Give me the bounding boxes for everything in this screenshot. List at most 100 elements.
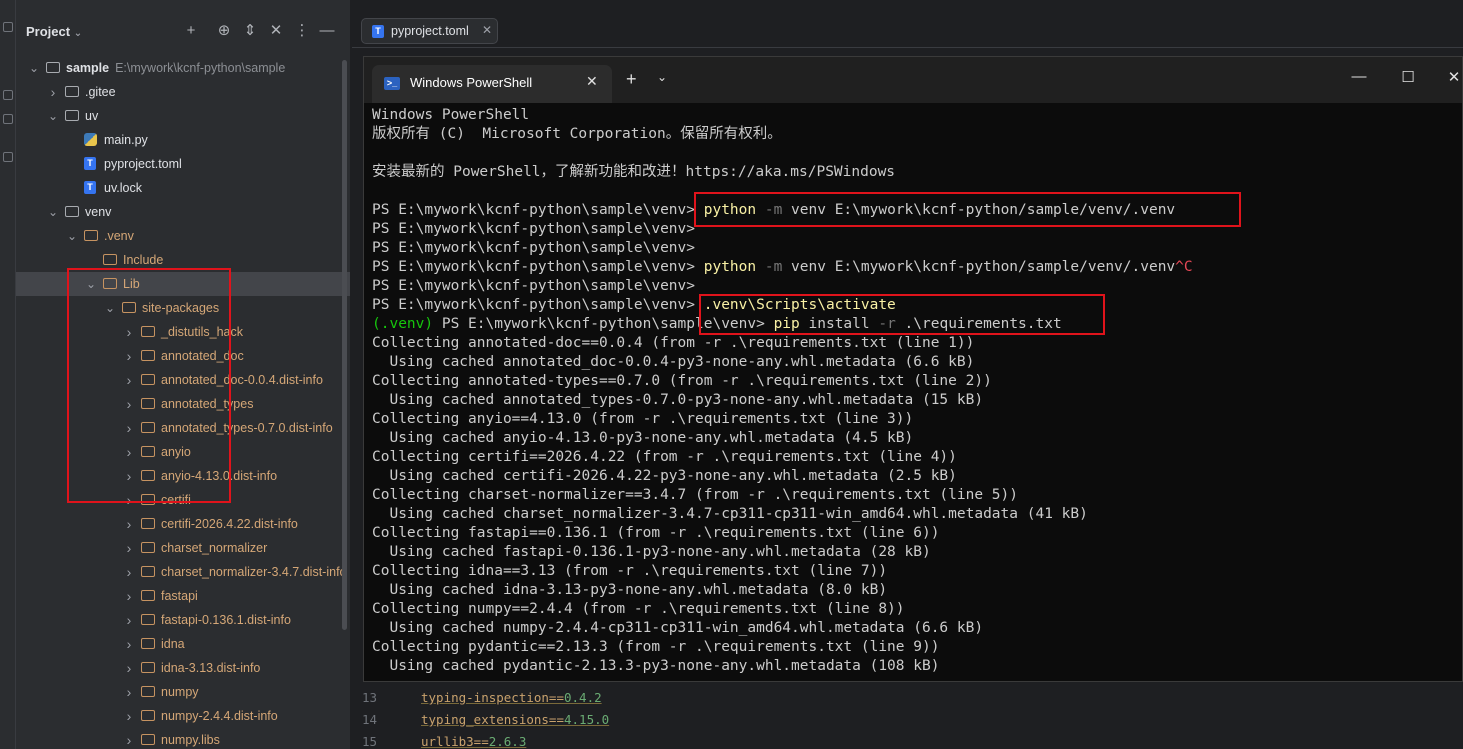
- tree-item[interactable]: main.py: [16, 128, 350, 152]
- powershell-tab-title: Windows PowerShell: [410, 75, 533, 90]
- terminal-line: Collecting anyio==4.13.0 (from -r .\requ…: [372, 411, 914, 427]
- close-icon[interactable]: ✕: [482, 23, 492, 37]
- tree-item-label: idna: [161, 637, 185, 651]
- maximize-icon[interactable]: ☐: [1398, 68, 1418, 86]
- chevron-right-icon[interactable]: ›: [123, 656, 135, 680]
- tree-item[interactable]: › idna-3.13.dist-info: [16, 656, 350, 680]
- code-text: typing-inspection==0.4.2: [421, 690, 602, 705]
- tree-item-label: certifi-2026.4.22.dist-info: [161, 517, 298, 531]
- tree-item-label: numpy-2.4.4.dist-info: [161, 709, 278, 723]
- tree-item[interactable]: › numpy: [16, 680, 350, 704]
- editor-tab-label: pyproject.toml: [391, 24, 469, 38]
- tree-item-label: numpy: [161, 685, 199, 699]
- tree-item-label: idna-3.13.dist-info: [161, 661, 261, 675]
- tree-item[interactable]: › charset_normalizer: [16, 536, 350, 560]
- project-view-selector[interactable]: Project ⌄: [26, 24, 82, 39]
- tree-item[interactable]: ⌄ .venv: [16, 224, 350, 248]
- structure-icon[interactable]: [3, 90, 13, 100]
- highlight-box: [67, 268, 231, 503]
- expand-all-icon[interactable]: ⇕: [241, 22, 259, 40]
- terminal-line: Collecting pydantic==2.13.3 (from -r .\r…: [372, 639, 940, 655]
- folder-icon: [65, 110, 79, 121]
- powershell-window: >_ Windows PowerShell ✕ + ⌄ — ☐ ✕ Window…: [363, 56, 1463, 682]
- tree-item[interactable]: › charset_normalizer-3.4.7.dist-info: [16, 560, 350, 584]
- locate-icon[interactable]: ⊕: [215, 22, 233, 40]
- folder-icon[interactable]: [3, 22, 13, 32]
- new-tab-icon[interactable]: +: [626, 69, 637, 90]
- terminal-line: 版权所有 (C) Microsoft Corporation。保留所有权利。: [372, 126, 782, 142]
- chevron-down-icon[interactable]: ⌄: [47, 104, 59, 128]
- terminal-line: Using cached charset_normalizer-3.4.7-cp…: [372, 506, 1088, 522]
- options-icon[interactable]: ⋮: [293, 22, 311, 40]
- more-icon[interactable]: [3, 152, 13, 162]
- folder-icon: [141, 638, 155, 649]
- tree-item[interactable]: › fastapi: [16, 584, 350, 608]
- chevron-right-icon[interactable]: ›: [123, 536, 135, 560]
- tree-item[interactable]: ⌄ sample E:\mywork\kcnf-python\sample: [16, 56, 350, 80]
- code-line[interactable]: 15 urllib3==2.6.3: [352, 731, 1463, 749]
- terminal-line: Using cached idna-3.13-py3-none-any.whl.…: [372, 582, 888, 598]
- powershell-tab[interactable]: >_ Windows PowerShell ✕: [372, 65, 612, 103]
- tree-item[interactable]: › fastapi-0.136.1.dist-info: [16, 608, 350, 632]
- line-number: 15: [362, 734, 378, 749]
- powershell-icon: >_: [384, 77, 400, 90]
- tree-item[interactable]: › certifi-2026.4.22.dist-info: [16, 512, 350, 536]
- toml-file-icon: T: [84, 181, 96, 194]
- project-title: Project: [26, 24, 71, 39]
- minimize-icon[interactable]: —: [1349, 68, 1369, 85]
- tree-item[interactable]: ⌄ venv: [16, 200, 350, 224]
- chevron-down-icon[interactable]: ⌄: [657, 70, 667, 84]
- chevron-down-icon[interactable]: ⌄: [47, 200, 59, 224]
- folder-icon: [141, 734, 155, 745]
- tree-scrollbar[interactable]: [342, 60, 347, 630]
- chevron-right-icon[interactable]: ›: [123, 608, 135, 632]
- tree-item[interactable]: › numpy-2.4.4.dist-info: [16, 704, 350, 728]
- ide-window: Project ⌄ + ⊕ ⇕ ✕ ⋮ — ⌄ sample E:\mywork\k…: [0, 0, 1463, 749]
- close-window-icon[interactable]: ✕: [1444, 68, 1462, 86]
- tree-item[interactable]: Tpyproject.toml: [16, 152, 350, 176]
- chevron-right-icon[interactable]: ›: [123, 728, 135, 749]
- project-panel-header: Project ⌄ + ⊕ ⇕ ✕ ⋮ —: [16, 14, 350, 48]
- code-text: urllib3==2.6.3: [421, 734, 527, 749]
- chevron-right-icon[interactable]: ›: [123, 704, 135, 728]
- code-line[interactable]: 14 typing_extensions==4.15.0: [352, 709, 1463, 731]
- line-number: 13: [362, 690, 378, 705]
- terminal-line: Windows PowerShell: [372, 107, 530, 123]
- tree-item[interactable]: › numpy.libs: [16, 728, 350, 749]
- terminal-line: Using cached fastapi-0.136.1-py3-none-an…: [372, 544, 931, 560]
- chevron-right-icon[interactable]: ›: [123, 560, 135, 584]
- tree-item[interactable]: ⌄ uv: [16, 104, 350, 128]
- close-icon[interactable]: ✕: [586, 73, 598, 90]
- highlight-box: [699, 294, 1105, 335]
- terminal-line: Using cached annotated_doc-0.0.4-py3-non…: [372, 354, 975, 370]
- chevron-down-icon[interactable]: ⌄: [28, 56, 40, 80]
- terminal-line: Collecting charset-normalizer==3.4.7 (fr…: [372, 487, 1019, 503]
- minimize-icon[interactable]: —: [318, 22, 336, 40]
- tree-item[interactable]: › .gitee: [16, 80, 350, 104]
- terminal-line: Collecting idna==3.13 (from -r .\require…: [372, 563, 888, 579]
- chevron-right-icon[interactable]: ›: [47, 80, 59, 104]
- editor-tab-pyproject[interactable]: T pyproject.toml ✕: [361, 18, 498, 44]
- tree-item-label: charset_normalizer: [161, 541, 268, 555]
- chevron-right-icon[interactable]: ›: [123, 632, 135, 656]
- collapse-all-icon[interactable]: ✕: [267, 22, 285, 40]
- tree-item[interactable]: › idna: [16, 632, 350, 656]
- chevron-right-icon[interactable]: ›: [123, 512, 135, 536]
- chevron-down-icon[interactable]: ⌄: [66, 224, 78, 248]
- code-line[interactable]: 13 typing-inspection==0.4.2: [352, 687, 1463, 709]
- terminal-line: Using cached annotated_types-0.7.0-py3-n…: [372, 392, 984, 408]
- chevron-right-icon[interactable]: ›: [123, 680, 135, 704]
- python-file-icon: [84, 133, 97, 146]
- chevron-right-icon[interactable]: ›: [123, 584, 135, 608]
- terminal-line: Using cached numpy-2.4.4-cp311-cp311-win…: [372, 620, 984, 636]
- add-icon[interactable]: +: [182, 22, 200, 40]
- terminal-line: Using cached certifi-2026.4.22-py3-none-…: [372, 468, 957, 484]
- folder-icon: [84, 230, 98, 241]
- line-number: 14: [362, 712, 378, 727]
- tree-item-label: venv: [85, 205, 112, 219]
- plugin-icon[interactable]: [3, 114, 13, 124]
- terminal-line: Collecting certifi==2026.4.22 (from -r .…: [372, 449, 957, 465]
- tree-item[interactable]: Tuv.lock: [16, 176, 350, 200]
- tree-item-label: uv: [85, 109, 99, 123]
